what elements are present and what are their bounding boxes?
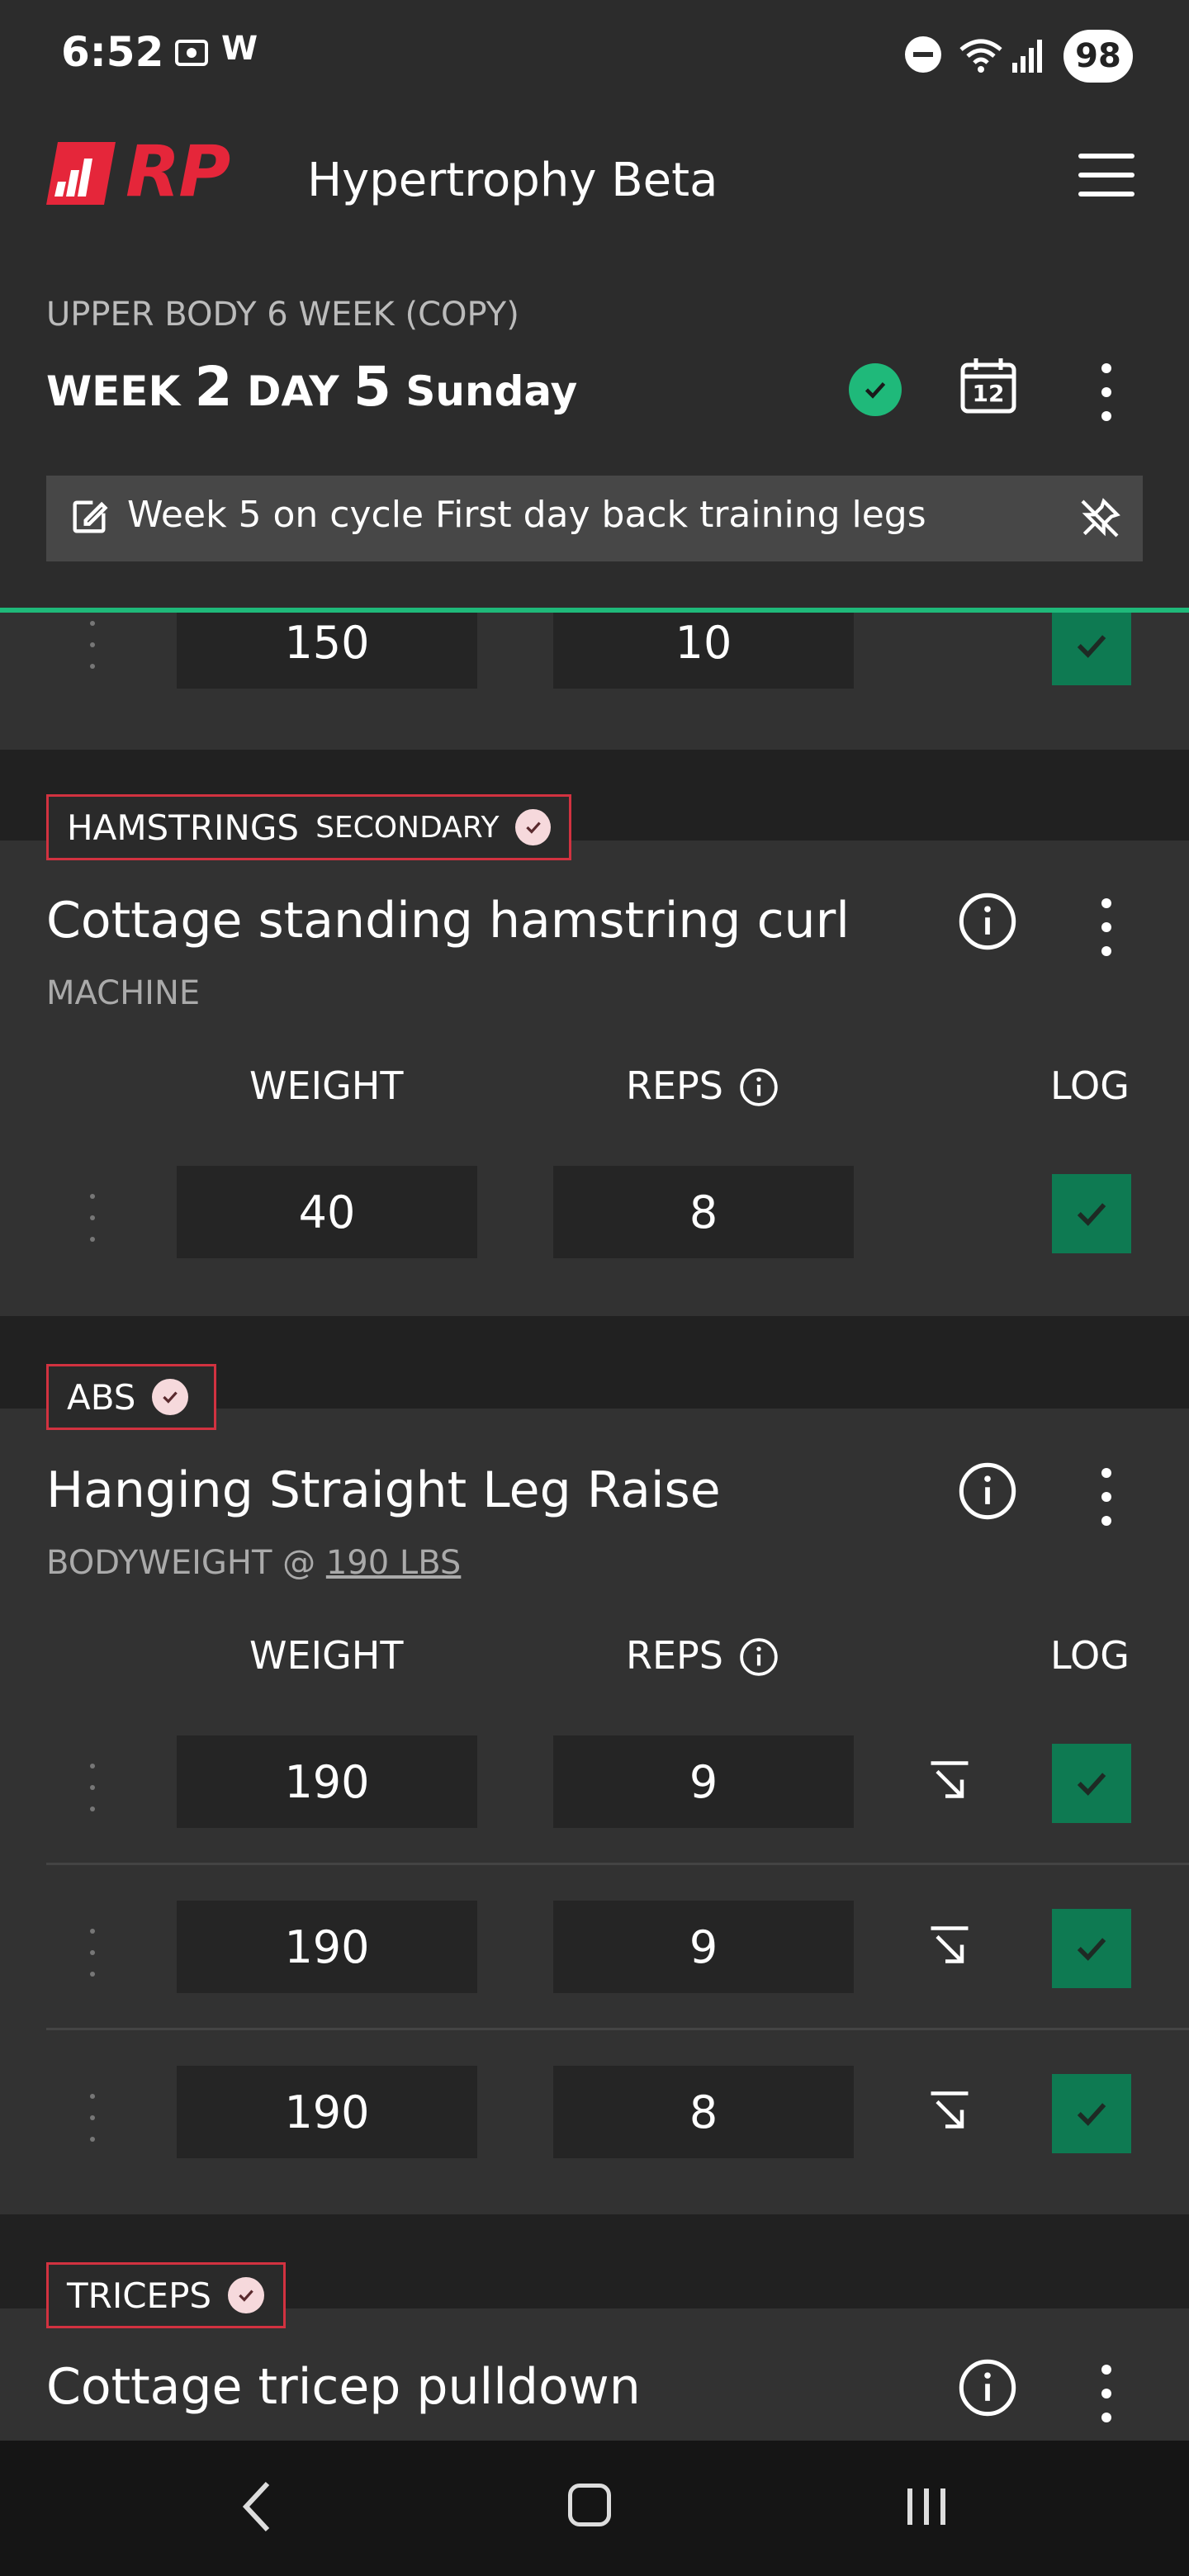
muscle-name: TRICEPS bbox=[67, 2275, 212, 2316]
col-reps: REPS bbox=[626, 1063, 723, 1108]
calendar-day-number: 12 bbox=[972, 380, 1005, 407]
menu-icon[interactable] bbox=[1078, 154, 1135, 197]
log-checkbox[interactable] bbox=[1052, 606, 1131, 685]
muscle-group-tag: ABS bbox=[46, 1364, 216, 1430]
info-icon[interactable] bbox=[956, 890, 1019, 953]
info-icon[interactable] bbox=[956, 1460, 1019, 1522]
muscle-role: SECONDARY bbox=[315, 810, 500, 845]
screenshot-icon bbox=[172, 33, 211, 81]
program-name: UPPER BODY 6 WEEK (COPY) bbox=[46, 296, 519, 334]
exercise-name[interactable]: Hanging Straight Leg Raise bbox=[46, 1461, 721, 1519]
wifi-icon bbox=[958, 36, 1004, 78]
exercise-name[interactable]: Cottage tricep pulldown bbox=[46, 2358, 641, 2416]
back-icon[interactable] bbox=[241, 2480, 274, 2536]
week-day-title: WEEK 2 DAY 5 Sunday bbox=[46, 355, 577, 419]
check-icon bbox=[515, 809, 551, 845]
battery-level: 98 bbox=[1063, 30, 1133, 83]
drag-handle-icon[interactable] bbox=[89, 1194, 96, 1243]
signal-icon bbox=[1011, 36, 1047, 78]
muscle-group-tag: HAMSTRINGS SECONDARY bbox=[46, 794, 571, 860]
info-icon[interactable] bbox=[738, 1067, 779, 1111]
note-text: Week 5 on cycle First day back training … bbox=[127, 494, 926, 536]
rp-logo-icon bbox=[46, 142, 116, 208]
check-icon bbox=[152, 1379, 189, 1415]
bodyweight-link[interactable]: 190 LBS bbox=[326, 1544, 461, 1582]
col-log: LOG bbox=[1050, 1063, 1130, 1108]
muscle-group-tag: TRICEPS bbox=[46, 2262, 286, 2328]
dnd-icon bbox=[905, 36, 941, 73]
week-label: WEEK bbox=[46, 367, 181, 415]
exercise-name[interactable]: Cottage standing hamstring curl bbox=[46, 892, 850, 949]
equipment-type: BODYWEIGHT @ 190 LBS bbox=[46, 1544, 461, 1582]
weight-input[interactable]: 190 bbox=[177, 1901, 477, 1993]
info-icon[interactable] bbox=[956, 2356, 1019, 2419]
reps-input[interactable]: 9 bbox=[553, 1901, 854, 1993]
calendar-icon[interactable]: 12 bbox=[959, 357, 1017, 414]
row-divider bbox=[46, 1863, 1189, 1865]
more-vert-icon[interactable] bbox=[1101, 898, 1113, 956]
arrow-down-right-icon[interactable] bbox=[925, 2087, 974, 2137]
rp-logo-text: RP bbox=[126, 130, 230, 213]
reps-input[interactable]: 9 bbox=[553, 1735, 854, 1828]
equipment-type: MACHINE bbox=[46, 974, 201, 1012]
progress-line-overlay bbox=[0, 608, 1189, 613]
col-reps: REPS bbox=[626, 1633, 723, 1678]
drag-handle-icon[interactable] bbox=[89, 1929, 96, 1978]
day-number: 5 bbox=[353, 355, 391, 419]
header-bottom bbox=[0, 578, 1189, 608]
info-icon[interactable] bbox=[738, 1636, 779, 1681]
weight-input[interactable]: 40 bbox=[177, 1166, 477, 1258]
check-icon bbox=[228, 2277, 265, 2313]
col-weight: WEIGHT bbox=[249, 1633, 404, 1678]
more-vert-icon[interactable] bbox=[1101, 2365, 1113, 2422]
row-divider bbox=[46, 2028, 1189, 2030]
col-weight: WEIGHT bbox=[249, 1063, 404, 1108]
day-name: Sunday bbox=[405, 367, 578, 415]
arrow-down-right-icon[interactable] bbox=[925, 1922, 974, 1972]
weight-input[interactable]: 190 bbox=[177, 1735, 477, 1828]
bodyweight-label: BODYWEIGHT @ bbox=[46, 1544, 316, 1582]
day-complete-icon bbox=[849, 363, 902, 416]
reps-input[interactable]: 8 bbox=[553, 2066, 854, 2158]
log-checkbox[interactable] bbox=[1052, 1909, 1131, 1988]
week-number: 2 bbox=[194, 355, 233, 419]
reps-input[interactable]: 8 bbox=[553, 1166, 854, 1258]
recents-icon[interactable] bbox=[903, 2485, 950, 2531]
w-icon: W bbox=[221, 30, 258, 68]
more-vert-icon[interactable] bbox=[1101, 363, 1113, 421]
log-checkbox[interactable] bbox=[1052, 1744, 1131, 1823]
more-vert-icon[interactable] bbox=[1101, 1468, 1113, 1526]
drag-handle-icon[interactable] bbox=[89, 2094, 96, 2143]
drag-handle-icon[interactable] bbox=[89, 1764, 96, 1813]
unpin-icon[interactable] bbox=[1077, 495, 1123, 545]
home-icon[interactable] bbox=[568, 2484, 611, 2526]
status-time: 6:52 bbox=[61, 28, 164, 76]
log-checkbox[interactable] bbox=[1052, 1174, 1131, 1253]
log-checkbox[interactable] bbox=[1052, 2074, 1131, 2153]
day-label: DAY bbox=[247, 367, 339, 415]
drag-handle-icon[interactable] bbox=[89, 621, 96, 670]
edit-icon[interactable] bbox=[68, 495, 111, 542]
muscle-name: HAMSTRINGS bbox=[67, 807, 300, 848]
col-log: LOG bbox=[1050, 1633, 1130, 1678]
muscle-name: ABS bbox=[67, 1376, 136, 1418]
arrow-down-right-icon[interactable] bbox=[925, 1757, 974, 1807]
weight-input[interactable]: 190 bbox=[177, 2066, 477, 2158]
app-title: Hypertrophy Beta bbox=[307, 154, 718, 207]
